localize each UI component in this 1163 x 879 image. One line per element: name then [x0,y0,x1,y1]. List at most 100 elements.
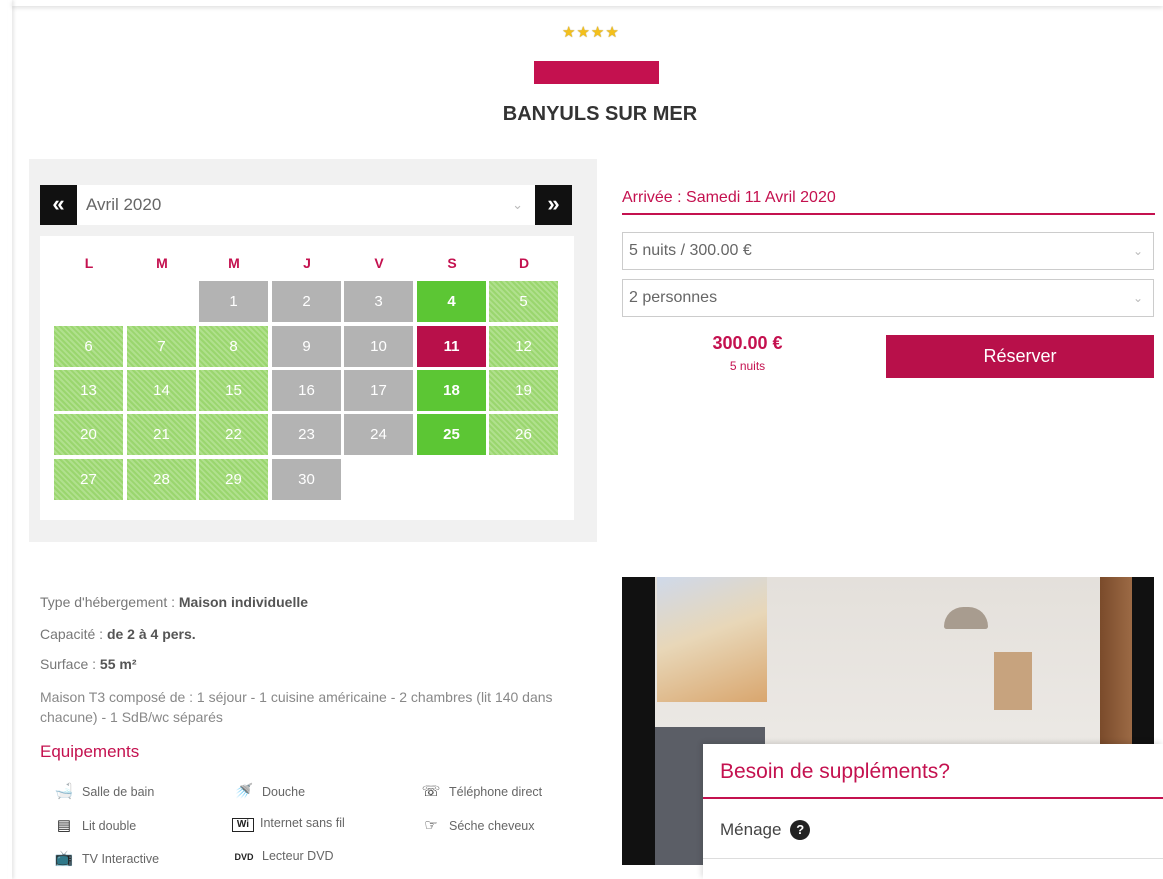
calendar-day-27[interactable]: 27 [54,459,123,500]
calendar-day-19[interactable]: 19 [489,370,558,411]
equipment-label: Salle de bain [82,785,155,799]
capacity-value: de 2 à 4 pers. [106,626,196,642]
arrival-divider [622,213,1155,215]
calendar-day-9: 9 [272,326,341,367]
calendar-day-17: 17 [344,370,413,411]
calendar-day-8[interactable]: 8 [199,326,268,367]
equipment-item: 🛁 Salle de bain [52,782,155,800]
bathtub-icon: 🛁 [54,783,74,800]
photo-window [994,652,1032,710]
equipment-item: ☞ Séche cheveux [419,816,534,834]
equipment-item: ▤ Lit double [52,816,136,834]
calendar-day-28[interactable]: 28 [127,459,196,500]
calendar-day-16: 16 [272,370,341,411]
supplement-cleaning-label: Ménage [720,820,782,839]
page-top-edge [12,0,1163,6]
page-title: BANYULS SUR MER [502,103,698,125]
weekday-thu: J [303,255,311,271]
weekday-wed: M [228,255,240,271]
equipment-item: 🚿 Douche [232,782,305,800]
equipment-label: Douche [262,785,306,799]
equipment-label: Lecteur DVD [262,849,334,863]
supplements-divider [703,797,1163,799]
help-icon[interactable]: ? [790,820,811,840]
equipment-label: Internet sans fil [260,816,345,830]
supplements-item-divider [703,858,1163,859]
surface-label: Surface : [40,656,100,672]
calendar-day-3: 3 [344,281,413,322]
calendar-day-24: 24 [344,414,413,455]
dvd-icon: DVD [234,852,254,862]
equipment-label: Lit double [82,819,137,833]
calendar-day-20[interactable]: 20 [54,414,123,455]
nights-select[interactable]: 5 nuits / 300.00 € ⌄ [622,232,1154,270]
equipment-title: Equipements [40,742,140,761]
calendar-day-1: 1 [199,281,268,322]
month-label: Avril 2020 [86,195,162,214]
calendar-day-25[interactable]: 25 [417,414,486,455]
wifi-icon: Wi [232,818,254,832]
calendar-day-22[interactable]: 22 [199,414,268,455]
previous-month-button[interactable]: « [40,185,77,225]
accommodation-type: Type d'hébergement : Maison individuelle [40,594,308,610]
total-price: 300.00 € [712,333,783,353]
equipment-label: Téléphone direct [449,785,543,799]
equipment-item: 📺 TV Interactive [52,849,159,867]
capacity: Capacité : de 2 à 4 pers. [40,626,196,642]
calendar-day-29[interactable]: 29 [199,459,268,500]
double-bed-icon: ▤ [56,817,72,834]
calendar-day-26[interactable]: 26 [489,414,558,455]
supplement-cleaning[interactable]: Ménage ? [720,820,811,840]
equipment-item: Wi Internet sans fil [232,816,345,832]
weekday-mon: L [84,255,94,271]
accommodation-type-value: Maison individuelle [178,594,309,610]
calendar-day-18[interactable]: 18 [417,370,486,411]
equipment-label: Séche cheveux [449,819,535,833]
persons-select[interactable]: 2 personnes ⌄ [622,279,1154,317]
supplements-title: Besoin de suppléments? [720,760,950,783]
weekday-sun: D [518,255,530,271]
photo-painting [657,577,767,702]
supplements-panel: Besoin de suppléments? Ménage ? [703,744,1163,879]
chevron-down-icon: ⌄ [1132,291,1143,305]
chevron-down-icon: ⌄ [512,197,523,212]
calendar-day-12[interactable]: 12 [489,326,558,367]
equipment-label: TV Interactive [82,852,160,866]
arrival-date: Arrivée : Samedi 11 Avril 2020 [622,189,836,206]
book-button[interactable]: Réserver [886,335,1154,378]
equipment-item: ☏ Téléphone direct [419,782,543,800]
capacity-label: Capacité : [40,626,107,642]
calendar-day-6[interactable]: 6 [54,326,123,367]
calendar-day-23: 23 [272,414,341,455]
nights-select-value: 5 nuits / 300.00 € [629,242,752,259]
calendar-day-5[interactable]: 5 [489,281,558,322]
chevron-down-icon: ⌄ [1132,244,1143,258]
rating-stars: ★★★★ [562,24,620,41]
title-accent-bar [534,61,659,84]
calendar-day-14[interactable]: 14 [127,370,196,411]
calendar-day-11[interactable]: 11 [417,326,486,367]
surface: Surface : 55 m² [40,656,137,672]
calendar-day-7[interactable]: 7 [127,326,196,367]
calendar-day-13[interactable]: 13 [54,370,123,411]
calendar-day-15[interactable]: 15 [199,370,268,411]
weekday-sat: S [447,255,457,271]
calendar-day-10: 10 [344,326,413,367]
weekday-tue: M [156,255,168,271]
description: Maison T3 composé de : 1 séjour - 1 cuis… [40,689,553,725]
calendar-day-21[interactable]: 21 [127,414,196,455]
shower-icon: 🚿 [234,783,254,800]
price-nights: 5 nuits [729,359,766,373]
hair-dryer-icon: ☞ [424,817,438,834]
calendar-day-4[interactable]: 4 [417,281,486,322]
equipment-item: DVD Lecteur DVD [232,849,334,863]
surface-value: 55 m² [99,656,137,672]
page-left-edge [8,0,12,879]
month-select[interactable]: Avril 2020 ⌄ [77,185,535,225]
accommodation-type-label: Type d'hébergement : [40,594,179,610]
tv-icon: 📺 [54,850,74,867]
telephone-icon: ☏ [421,783,441,800]
calendar-day-2: 2 [272,281,341,322]
next-month-button[interactable]: » [535,185,572,225]
persons-select-value: 2 personnes [629,289,718,306]
